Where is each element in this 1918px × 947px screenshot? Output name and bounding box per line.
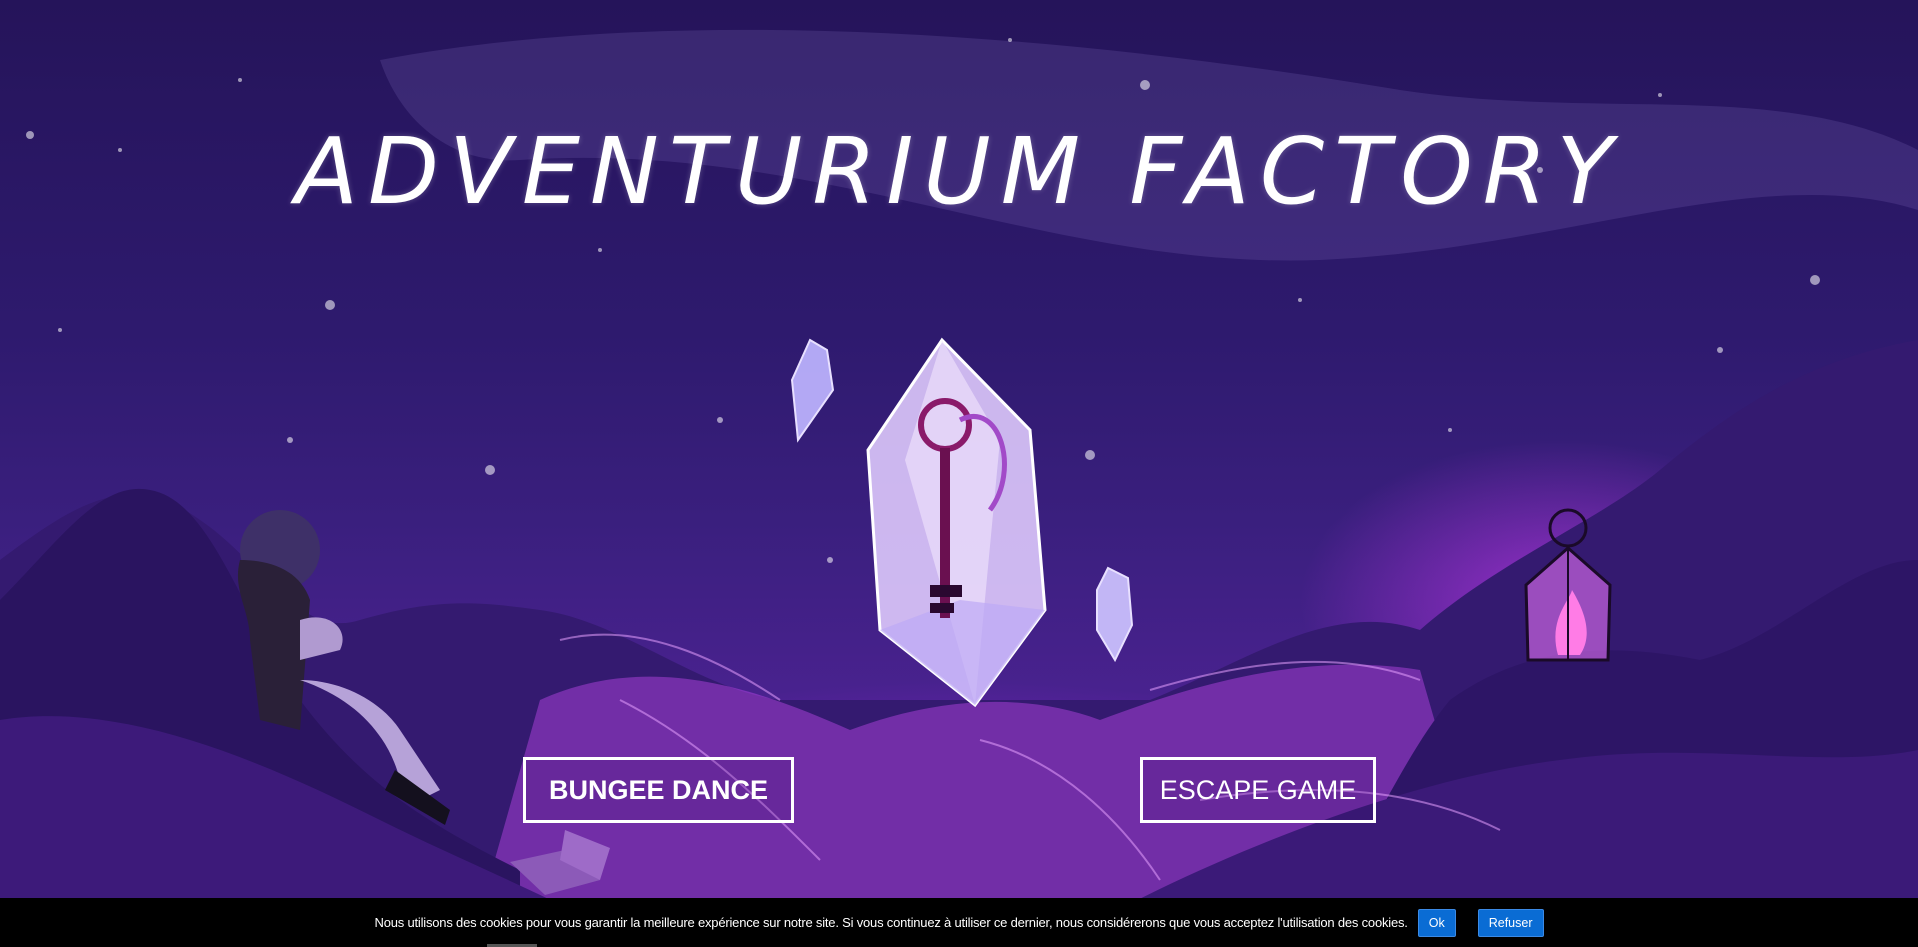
crystal-with-key: [866, 337, 1047, 708]
cookie-ok-button[interactable]: Ok: [1417, 908, 1456, 937]
escape-game-button[interactable]: ESCAPE GAME: [1140, 757, 1376, 823]
bungee-dance-button[interactable]: BUNGEE DANCE: [523, 757, 794, 823]
cookie-message: Nous utilisons des cookies pour vous gar…: [374, 915, 1408, 930]
small-crystal: [790, 338, 835, 443]
small-crystal: [1096, 566, 1134, 663]
cookie-refuse-button[interactable]: Refuser: [1477, 908, 1544, 937]
cookie-consent-bar: Nous utilisons des cookies pour vous gar…: [0, 898, 1918, 947]
site-title: Adventurium Factory: [295, 118, 1623, 225]
